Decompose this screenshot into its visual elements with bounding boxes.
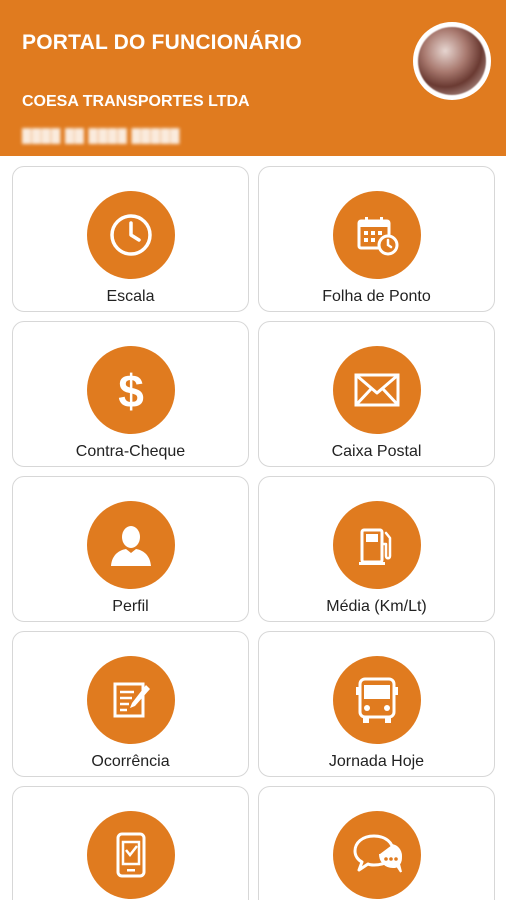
page-title: PORTAL DO FUNCIONÁRIO — [22, 31, 302, 54]
user-icon — [87, 501, 175, 589]
menu-tile-mobile-ticket[interactable] — [12, 786, 249, 900]
calendar-clock-icon — [333, 191, 421, 279]
company-name: COESA TRANSPORTES LTDA — [22, 93, 250, 110]
menu-label: Escala — [106, 288, 155, 305]
edit-note-icon — [87, 656, 175, 744]
menu-label: Caixa Postal — [331, 443, 422, 460]
chat-icon — [333, 811, 421, 899]
envelope-icon — [333, 346, 421, 434]
clock-icon — [87, 191, 175, 279]
menu-tile-escala[interactable]: Escala — [12, 166, 249, 312]
menu-label: Contra-Cheque — [75, 443, 186, 460]
menu-label: Jornada Hoje — [328, 753, 425, 770]
menu-tile-jornada-hoje[interactable]: Jornada Hoje — [258, 631, 495, 777]
menu-tile-media-km-lt[interactable]: Média (Km/Lt) — [258, 476, 495, 622]
menu-label: Média (Km/Lt) — [326, 598, 427, 615]
menu-label: Folha de Ponto — [322, 288, 431, 305]
avatar[interactable] — [413, 22, 491, 100]
menu-tile-caixa-postal[interactable]: Caixa Postal — [258, 321, 495, 467]
menu-tile-contra-cheque[interactable]: $ Contra-Cheque — [12, 321, 249, 467]
menu-grid: Escala Folha de Ponto $ Contra-Cheque Ca… — [0, 156, 506, 900]
app-header: PORTAL DO FUNCIONÁRIO COESA TRANSPORTES … — [0, 0, 506, 156]
fuel-pump-icon — [333, 501, 421, 589]
menu-tile-perfil[interactable]: Perfil — [12, 476, 249, 622]
avatar-photo — [418, 27, 486, 95]
bus-icon — [333, 656, 421, 744]
employee-name: ████ ██ ████ █████ — [22, 128, 180, 143]
svg-text:$: $ — [118, 365, 144, 415]
dollar-icon: $ — [87, 346, 175, 434]
menu-label: Perfil — [112, 598, 149, 615]
mobile-ticket-icon — [87, 811, 175, 899]
menu-tile-folha-de-ponto[interactable]: Folha de Ponto — [258, 166, 495, 312]
menu-tile-ocorrencia[interactable]: Ocorrência — [12, 631, 249, 777]
menu-tile-chat[interactable] — [258, 786, 495, 900]
menu-label: Ocorrência — [91, 753, 170, 770]
